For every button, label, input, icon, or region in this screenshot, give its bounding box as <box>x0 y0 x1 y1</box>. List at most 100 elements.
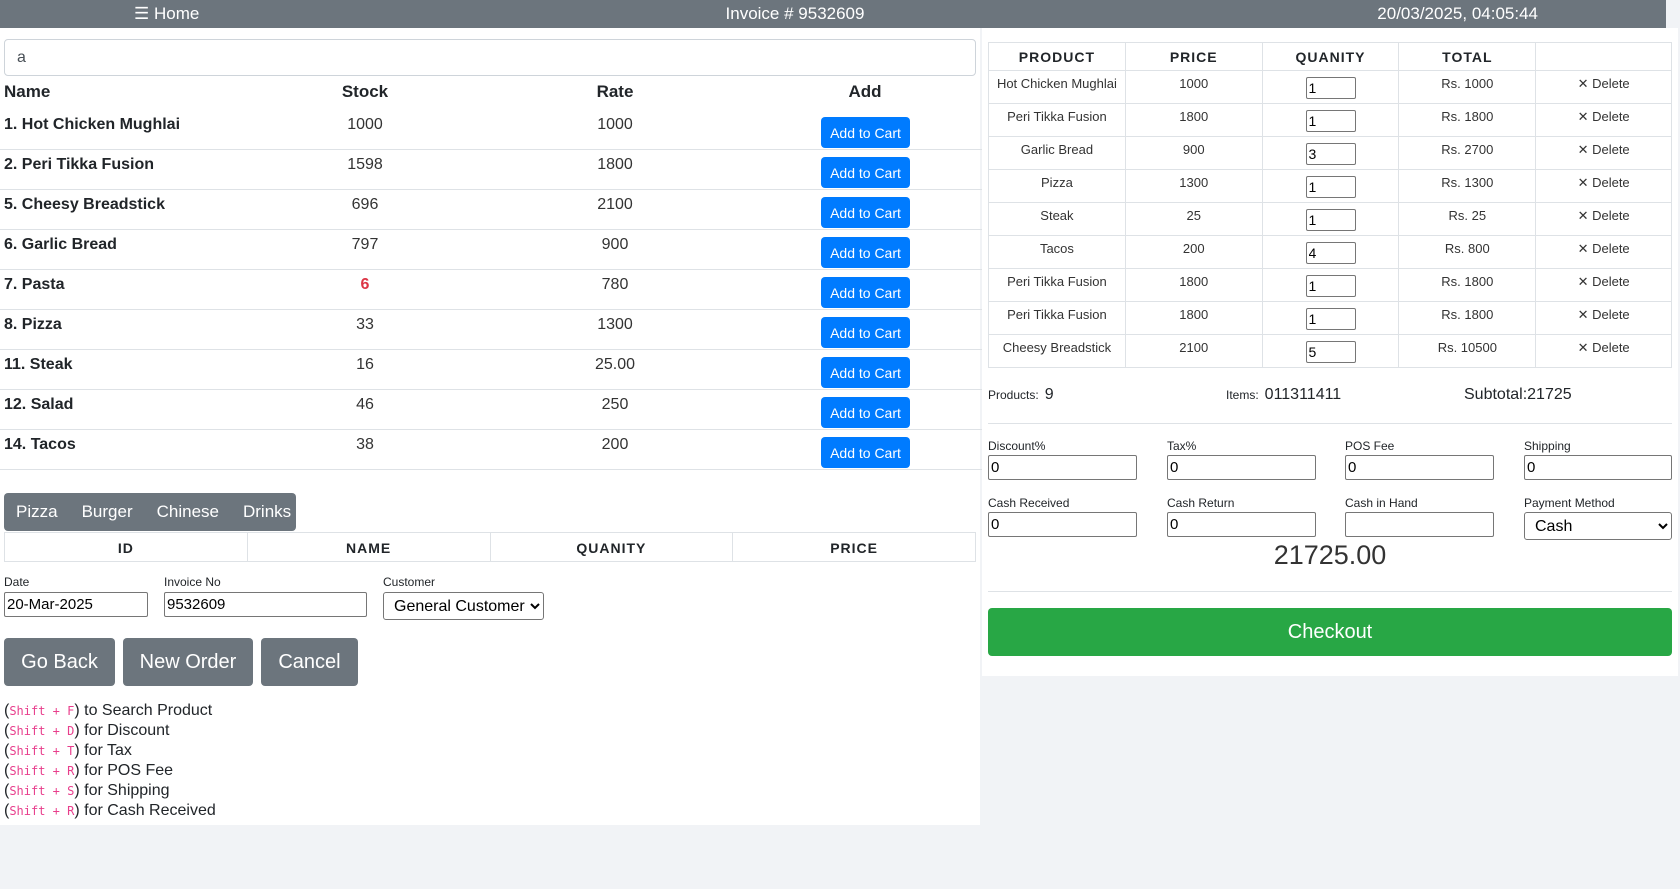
tax-input[interactable] <box>1167 455 1316 480</box>
shortcut-line: (Shift + F) to Search Product <box>4 702 213 719</box>
cash-in-hand-input[interactable] <box>1345 512 1494 537</box>
quantity-input[interactable] <box>1305 308 1356 330</box>
delete-button[interactable]: ✕ Delete <box>1535 103 1672 137</box>
go-back-button[interactable]: Go Back <box>4 638 115 686</box>
add-to-cart-button[interactable]: Add to Cart <box>821 397 910 428</box>
cart-qty-cell <box>1261 301 1400 335</box>
product-row: 2. Peri Tikka Fusion 1598 1800 Add to Cart <box>0 150 982 190</box>
product-rate: 1300 <box>597 316 633 333</box>
product-name: 11. Steak <box>4 356 73 373</box>
checkout-button[interactable]: Checkout <box>988 608 1672 656</box>
summary-items: Items: 011311411 <box>1226 386 1341 404</box>
quantity-input[interactable] <box>1305 110 1356 132</box>
product-name: 6. Garlic Bread <box>4 236 117 253</box>
delete-label: Delete <box>1592 274 1630 289</box>
date-label: Date <box>4 575 30 589</box>
quantity-input[interactable] <box>1305 209 1356 231</box>
new-order-button[interactable]: New Order <box>123 638 253 686</box>
product-row: 14. Tacos 38 200 Add to Cart <box>0 430 982 470</box>
add-to-cart-button[interactable]: Add to Cart <box>821 157 910 188</box>
add-to-cart-button[interactable]: Add to Cart <box>821 437 910 468</box>
pos-fee-input[interactable] <box>1345 455 1494 480</box>
product-row: 8. Pizza 33 1300 Add to Cart <box>0 310 982 350</box>
category-tab-pizza[interactable]: Pizza <box>4 493 70 531</box>
product-name: 1. Hot Chicken Mughlai <box>4 116 181 133</box>
delete-button[interactable]: ✕ Delete <box>1535 70 1672 104</box>
cart-row: Steak25Rs. 25✕ Delete <box>988 202 1672 236</box>
delete-button[interactable]: ✕ Delete <box>1535 136 1672 170</box>
delete-button[interactable]: ✕ Delete <box>1535 268 1672 302</box>
divider <box>988 591 1672 592</box>
header-stock: Stock <box>341 82 389 101</box>
add-to-cart-button[interactable]: Add to Cart <box>821 237 910 268</box>
product-rate: 200 <box>601 436 629 453</box>
quantity-input[interactable] <box>1305 77 1356 99</box>
product-rate: 900 <box>601 236 629 253</box>
pos-fee-label: POS Fee <box>1345 439 1395 453</box>
delete-button[interactable]: ✕ Delete <box>1535 334 1672 368</box>
cart-total: Rs. 1800 <box>1398 103 1537 137</box>
close-icon: ✕ <box>1577 175 1593 190</box>
product-stock: 38 <box>356 436 374 453</box>
quantity-input[interactable] <box>1305 143 1356 165</box>
cart-header-quanity: QUANITY <box>1261 42 1400 71</box>
cart-header-product: PRODUCT <box>988 42 1126 71</box>
product-rate: 250 <box>601 396 629 413</box>
close-icon: ✕ <box>1577 142 1593 157</box>
cancel-button[interactable]: Cancel <box>261 638 358 686</box>
product-stock: 6 <box>360 276 370 293</box>
delete-button[interactable]: ✕ Delete <box>1535 169 1672 203</box>
cart-price: 1000 <box>1124 70 1263 104</box>
delete-button[interactable]: ✕ Delete <box>1535 202 1672 236</box>
cart-header-total: TOTAL <box>1398 42 1537 71</box>
cart-product: Tacos <box>988 235 1126 269</box>
cart-total: Rs. 1300 <box>1398 169 1537 203</box>
customer-select[interactable]: General Customer <box>383 592 544 620</box>
cart-header-row: PRODUCT PRICE QUANITY TOTAL <box>988 42 1672 71</box>
category-tab-chinese[interactable]: Chinese <box>145 493 231 531</box>
add-to-cart-button[interactable]: Add to Cart <box>821 277 910 308</box>
category-tab-drinks[interactable]: Drinks <box>231 493 303 531</box>
cart-product: Steak <box>988 202 1126 236</box>
payment-method-label: Payment Method <box>1524 496 1615 510</box>
date-input[interactable] <box>4 592 148 617</box>
add-to-cart-button[interactable]: Add to Cart <box>821 117 910 148</box>
invoice-no-input[interactable] <box>164 592 367 617</box>
subtotal-label: Subtotal: <box>1464 386 1528 403</box>
cart-body: Hot Chicken Mughlai1000Rs. 1000✕ DeleteP… <box>988 70 1672 368</box>
delete-button[interactable]: ✕ Delete <box>1535 235 1672 269</box>
products-label: Products: <box>988 388 1039 402</box>
shipping-input[interactable] <box>1524 455 1672 480</box>
payment-method-select[interactable]: Cash <box>1524 512 1672 540</box>
quantity-input[interactable] <box>1305 242 1356 264</box>
shipping-label: Shipping <box>1524 439 1571 453</box>
cash-return-input[interactable] <box>1167 512 1316 537</box>
product-stock: 33 <box>356 316 374 333</box>
product-table-header: Name Stock Rate Add <box>0 82 982 104</box>
add-to-cart-button[interactable]: Add to Cart <box>821 317 910 348</box>
quantity-input[interactable] <box>1305 341 1356 363</box>
items-label: Items: <box>1226 388 1259 402</box>
close-icon: ✕ <box>1577 208 1593 223</box>
discount-input[interactable] <box>988 455 1137 480</box>
cart-qty-cell <box>1261 334 1400 368</box>
cart-price: 1800 <box>1124 301 1263 335</box>
add-to-cart-button[interactable]: Add to Cart <box>821 357 910 388</box>
close-icon: ✕ <box>1577 76 1593 91</box>
category-tab-burger[interactable]: Burger <box>70 493 145 531</box>
cash-received-input[interactable] <box>988 512 1137 537</box>
add-to-cart-button[interactable]: Add to Cart <box>821 197 910 228</box>
delete-button[interactable]: ✕ Delete <box>1535 301 1672 335</box>
close-icon: ✕ <box>1577 109 1593 124</box>
shortcut-line: (Shift + D) for Discount <box>4 722 170 739</box>
quantity-input[interactable] <box>1305 176 1356 198</box>
order-header-id: ID <box>5 533 248 561</box>
shortcut-key: Shift + D <box>9 724 75 738</box>
cart-qty-cell <box>1261 202 1400 236</box>
search-input[interactable] <box>4 39 976 76</box>
cart-row: Hot Chicken Mughlai1000Rs. 1000✕ Delete <box>988 70 1672 104</box>
shortcut-list: (Shift + F) to Search Product (Shift + D)… <box>4 701 216 821</box>
delete-label: Delete <box>1592 241 1630 256</box>
cart-total: Rs. 800 <box>1398 235 1537 269</box>
quantity-input[interactable] <box>1305 275 1356 297</box>
